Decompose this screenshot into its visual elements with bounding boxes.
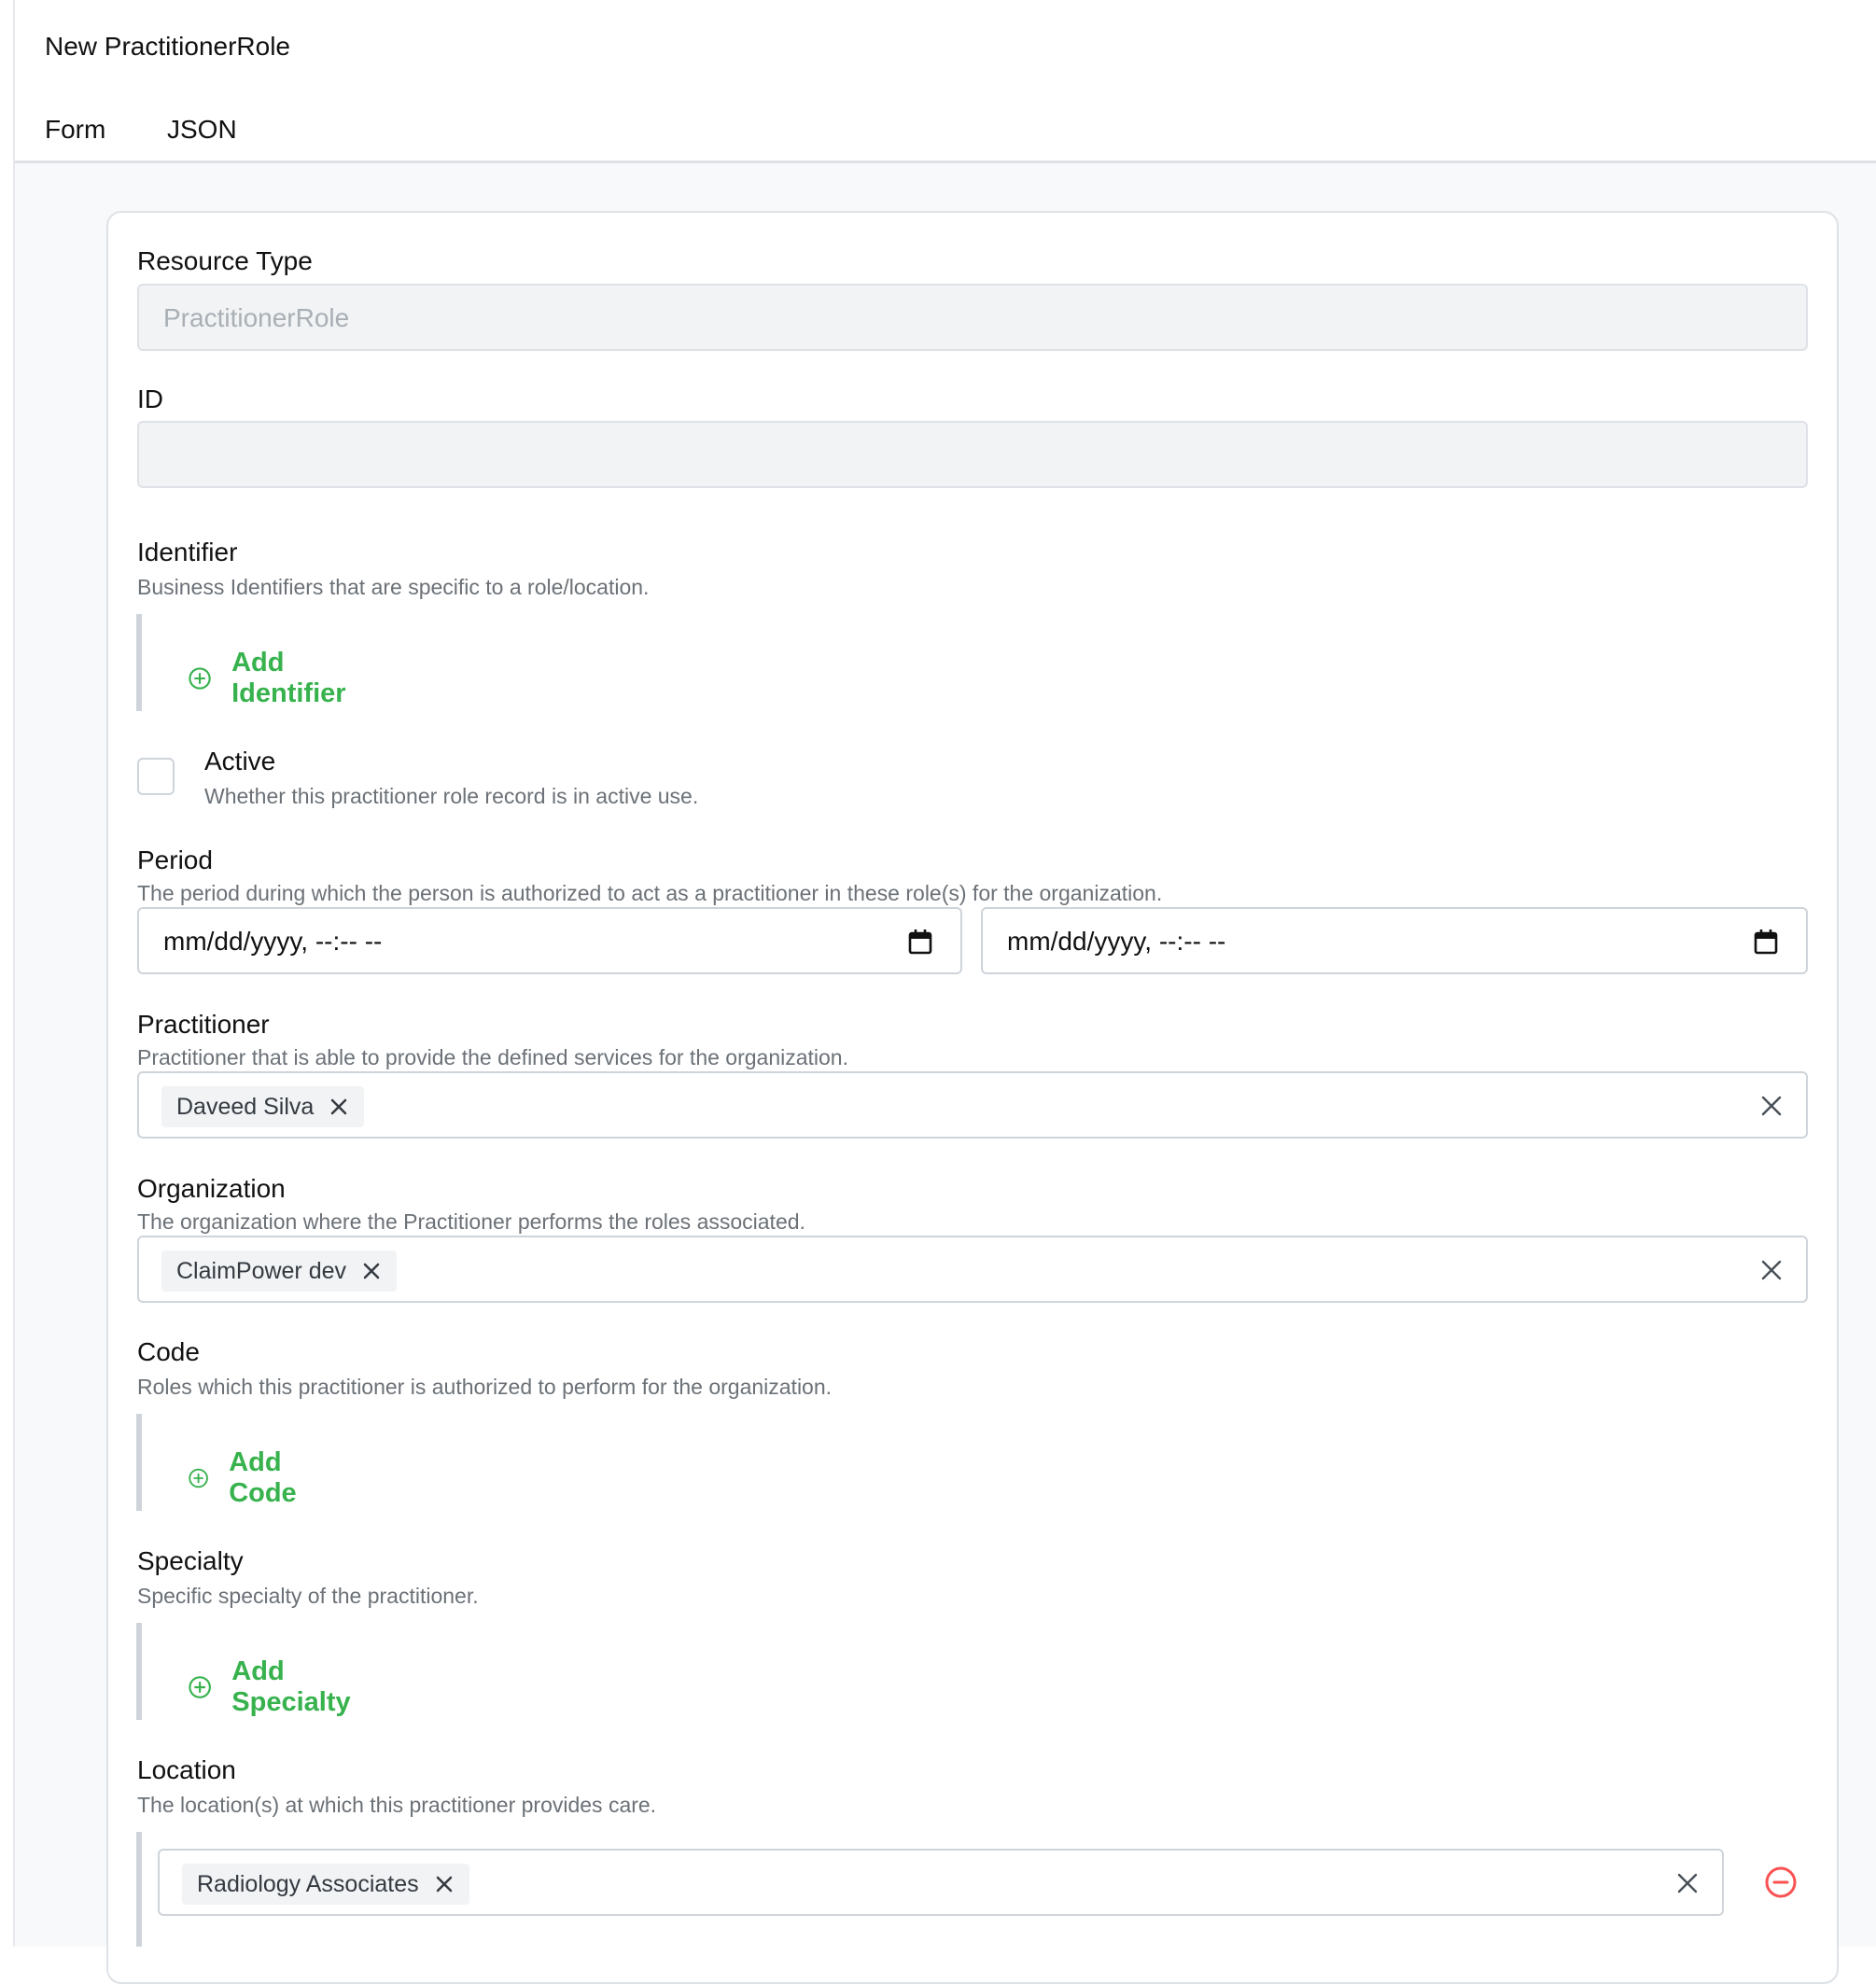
add-identifier-label: Add Identifier	[231, 648, 346, 708]
code-array: Add Code	[136, 1414, 297, 1511]
resource-type-input: PractitionerRole	[137, 284, 1808, 351]
organization-label: Organization	[137, 1174, 286, 1203]
add-circle-icon	[189, 1676, 211, 1698]
calendar-icon[interactable]	[908, 929, 932, 955]
tab-form[interactable]: Form	[45, 115, 105, 145]
specialty-array: Add Specialty	[136, 1623, 351, 1720]
practitioner-description: Practitioner that is able to provide the…	[137, 1045, 848, 1069]
practitioner-pill: Daveed Silva	[161, 1086, 365, 1127]
practitioner-label: Practitioner	[137, 1010, 270, 1039]
organization-description: The organization where the Practitioner …	[137, 1209, 805, 1234]
location-array	[136, 1832, 142, 1947]
specialty-label: Specialty	[137, 1546, 244, 1575]
resource-type-label: Resource Type	[137, 246, 313, 275]
specialty-description: Specific specialty of the practitioner.	[137, 1584, 479, 1608]
add-code-label: Add Code	[229, 1447, 297, 1508]
practitioner-pill-label: Daveed Silva	[176, 1093, 315, 1120]
id-input[interactable]	[137, 421, 1808, 488]
close-icon[interactable]	[361, 1261, 382, 1281]
period-end-text: mm/dd/yyyy, --:-- --	[1007, 927, 1226, 956]
add-circle-icon	[189, 667, 211, 690]
location-select[interactable]: Radiology Associates	[158, 1849, 1724, 1916]
add-specialty-button[interactable]: Add Specialty	[189, 1656, 359, 1718]
period-label: Period	[137, 845, 213, 874]
practitioner-select[interactable]: Daveed Silva	[137, 1071, 1808, 1139]
add-identifier-button[interactable]: Add Identifier	[189, 648, 355, 709]
page-title: New PractitionerRole	[45, 32, 290, 61]
remove-circle-icon[interactable]	[1764, 1865, 1798, 1899]
identifier-label: Identifier	[137, 538, 238, 566]
add-circle-icon	[189, 1468, 208, 1488]
clear-selection-icon[interactable]	[1675, 1871, 1700, 1895]
period-start-input[interactable]: mm/dd/yyyy, --:-- --	[137, 907, 962, 974]
location-pill-label: Radiology Associates	[197, 1870, 419, 1897]
active-label: Active	[204, 747, 276, 775]
add-code-button[interactable]: Add Code	[189, 1447, 309, 1509]
organization-pill-label: ClaimPower dev	[176, 1257, 347, 1284]
page-header: New PractitionerRole Form JSON	[15, 0, 1876, 163]
organization-select[interactable]: ClaimPower dev	[137, 1236, 1808, 1303]
organization-pill: ClaimPower dev	[161, 1250, 398, 1292]
calendar-icon[interactable]	[1754, 929, 1778, 955]
active-description: Whether this practitioner role record is…	[204, 784, 699, 808]
tab-json[interactable]: JSON	[167, 115, 237, 145]
close-icon[interactable]	[434, 1874, 455, 1894]
code-label: Code	[137, 1337, 200, 1366]
period-description: The period during which the person is au…	[137, 881, 1163, 905]
close-icon[interactable]	[329, 1097, 349, 1117]
app-window: New PractitionerRole Form JSON Resource …	[0, 0, 1876, 1984]
location-pill: Radiology Associates	[182, 1864, 469, 1905]
period-start-text: mm/dd/yyyy, --:-- --	[163, 927, 383, 956]
id-label: ID	[137, 384, 163, 413]
active-checkbox[interactable]	[137, 758, 175, 795]
identifier-description: Business Identifiers that are specific t…	[137, 575, 650, 599]
location-description: The location(s) at which this practition…	[137, 1793, 657, 1817]
period-end-input[interactable]: mm/dd/yyyy, --:-- --	[981, 907, 1808, 974]
clear-selection-icon[interactable]	[1759, 1258, 1784, 1282]
resource-type-placeholder: PractitionerRole	[163, 303, 350, 332]
clear-selection-icon[interactable]	[1759, 1094, 1784, 1118]
add-specialty-label: Add Specialty	[231, 1656, 351, 1717]
location-label: Location	[137, 1755, 236, 1784]
identifier-array: Add Identifier	[136, 614, 346, 711]
code-description: Roles which this practitioner is authori…	[137, 1375, 833, 1399]
